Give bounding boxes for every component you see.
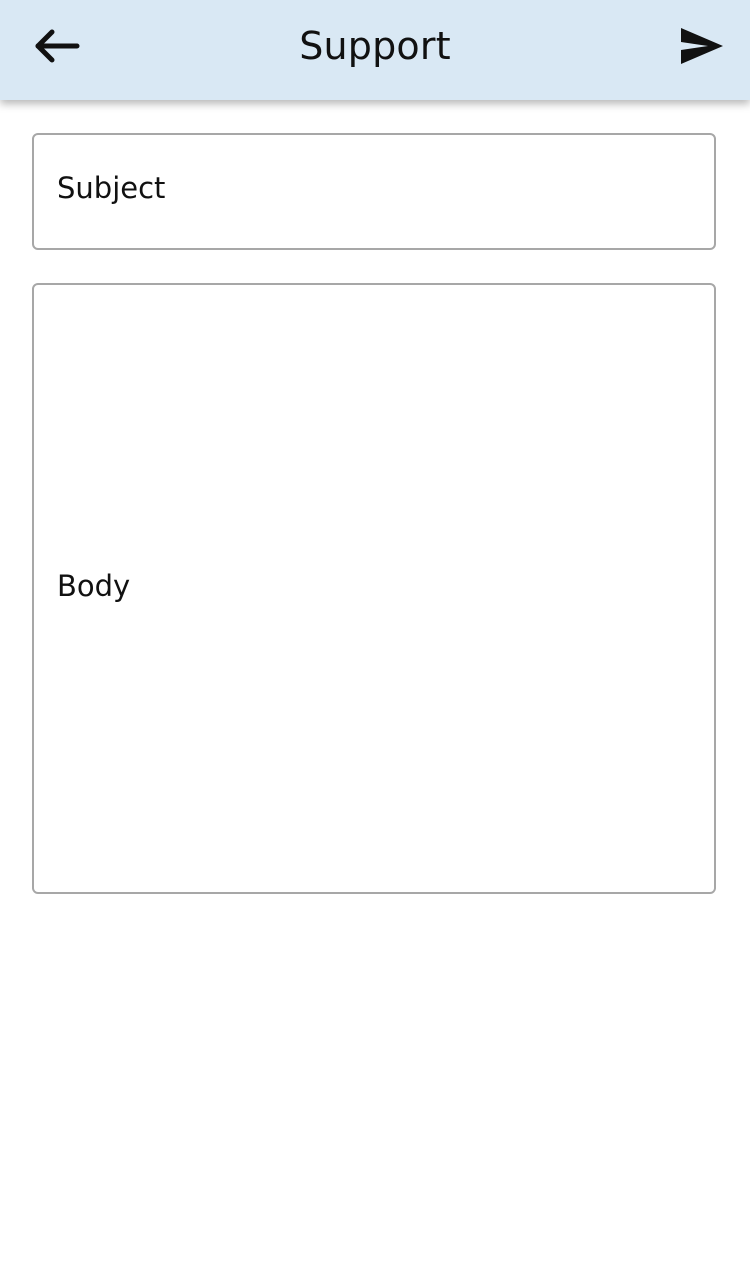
arrow-left-icon xyxy=(30,26,82,66)
body-placeholder: Body xyxy=(57,569,131,603)
body-field[interactable]: Body xyxy=(32,283,716,894)
send-icon xyxy=(679,26,725,66)
app-bar: Support xyxy=(0,0,750,100)
send-button[interactable] xyxy=(668,16,736,76)
page-title: Support xyxy=(299,24,451,68)
subject-placeholder: Subject xyxy=(57,171,166,205)
back-button[interactable] xyxy=(22,16,90,76)
subject-field[interactable]: Subject xyxy=(32,133,716,250)
